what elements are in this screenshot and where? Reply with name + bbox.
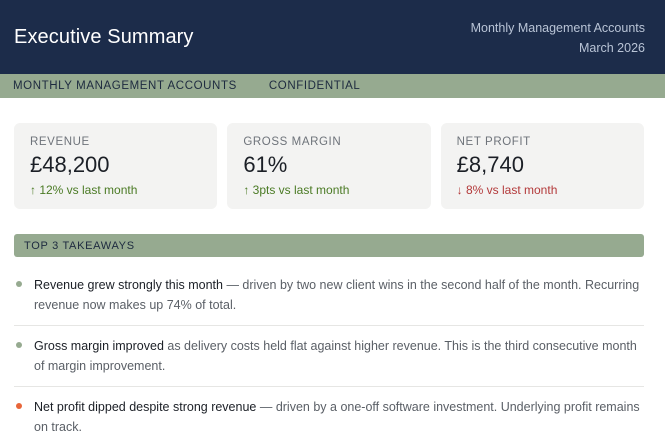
takeaway-text: Gross margin improved as delivery costs … [34, 336, 644, 376]
kpi-delta: ↑ 3pts vs last month [243, 183, 350, 197]
header: Executive Summary Monthly Management Acc… [0, 0, 665, 74]
header-meta: Monthly Management Accounts March 2026 [471, 16, 645, 58]
report-period: March 2026 [578, 41, 645, 55]
bullet-dot [16, 281, 22, 287]
kpi-value: £8,740 [456, 152, 524, 177]
report-name: Monthly Management Accounts [470, 21, 645, 35]
kpi-card-gross-margin: GROSS MARGIN 61% ↑ 3pts vs last month [227, 123, 431, 209]
takeaway-text: Net profit dipped despite strong revenue… [34, 397, 644, 437]
kpi-label: REVENUE [30, 136, 90, 148]
takeaways-section-header: TOP 3 TAKEAWAYS [14, 234, 644, 257]
kpi-card-revenue: REVENUE £48,200 ↑ 12% vs last month [14, 123, 218, 209]
kpi-value: 61% [243, 152, 288, 177]
bullet-dot [16, 342, 22, 348]
list-item: Net profit dipped despite strong revenue… [14, 387, 644, 441]
page-title: Executive Summary [14, 25, 194, 48]
bullet-dot [16, 403, 22, 409]
list-item: Gross margin improved as delivery costs … [14, 326, 644, 387]
kpi-delta: ↑ 12% vs last month [30, 183, 138, 197]
takeaway-headline: Gross margin improved [34, 339, 164, 353]
list-item: Revenue grew strongly this month — drive… [14, 265, 644, 326]
subheader-bar: MONTHLY MANAGEMENT ACCOUNTS CONFIDENTIAL [0, 74, 665, 98]
kpi-value: £48,200 [30, 152, 110, 177]
takeaway-headline: Revenue grew strongly this month [34, 278, 223, 292]
takeaways-list: Revenue grew strongly this month — drive… [14, 265, 644, 441]
kpi-cards: REVENUE £48,200 ↑ 12% vs last month GROS… [0, 123, 665, 209]
kpi-label: GROSS MARGIN [243, 136, 342, 148]
kpi-delta: ↓ 8% vs last month [456, 183, 558, 197]
takeaway-text: Revenue grew strongly this month — drive… [34, 275, 644, 315]
takeaway-headline: Net profit dipped despite strong revenue [34, 400, 257, 414]
subheader-report-name: MONTHLY MANAGEMENT ACCOUNTS [13, 80, 237, 92]
page: Executive Summary Monthly Management Acc… [0, 0, 665, 441]
kpi-label: NET PROFIT [456, 136, 531, 148]
kpi-card-net-profit: NET PROFIT £8,740 ↓ 8% vs last month [440, 123, 644, 209]
confidential-label: CONFIDENTIAL [268, 80, 361, 92]
